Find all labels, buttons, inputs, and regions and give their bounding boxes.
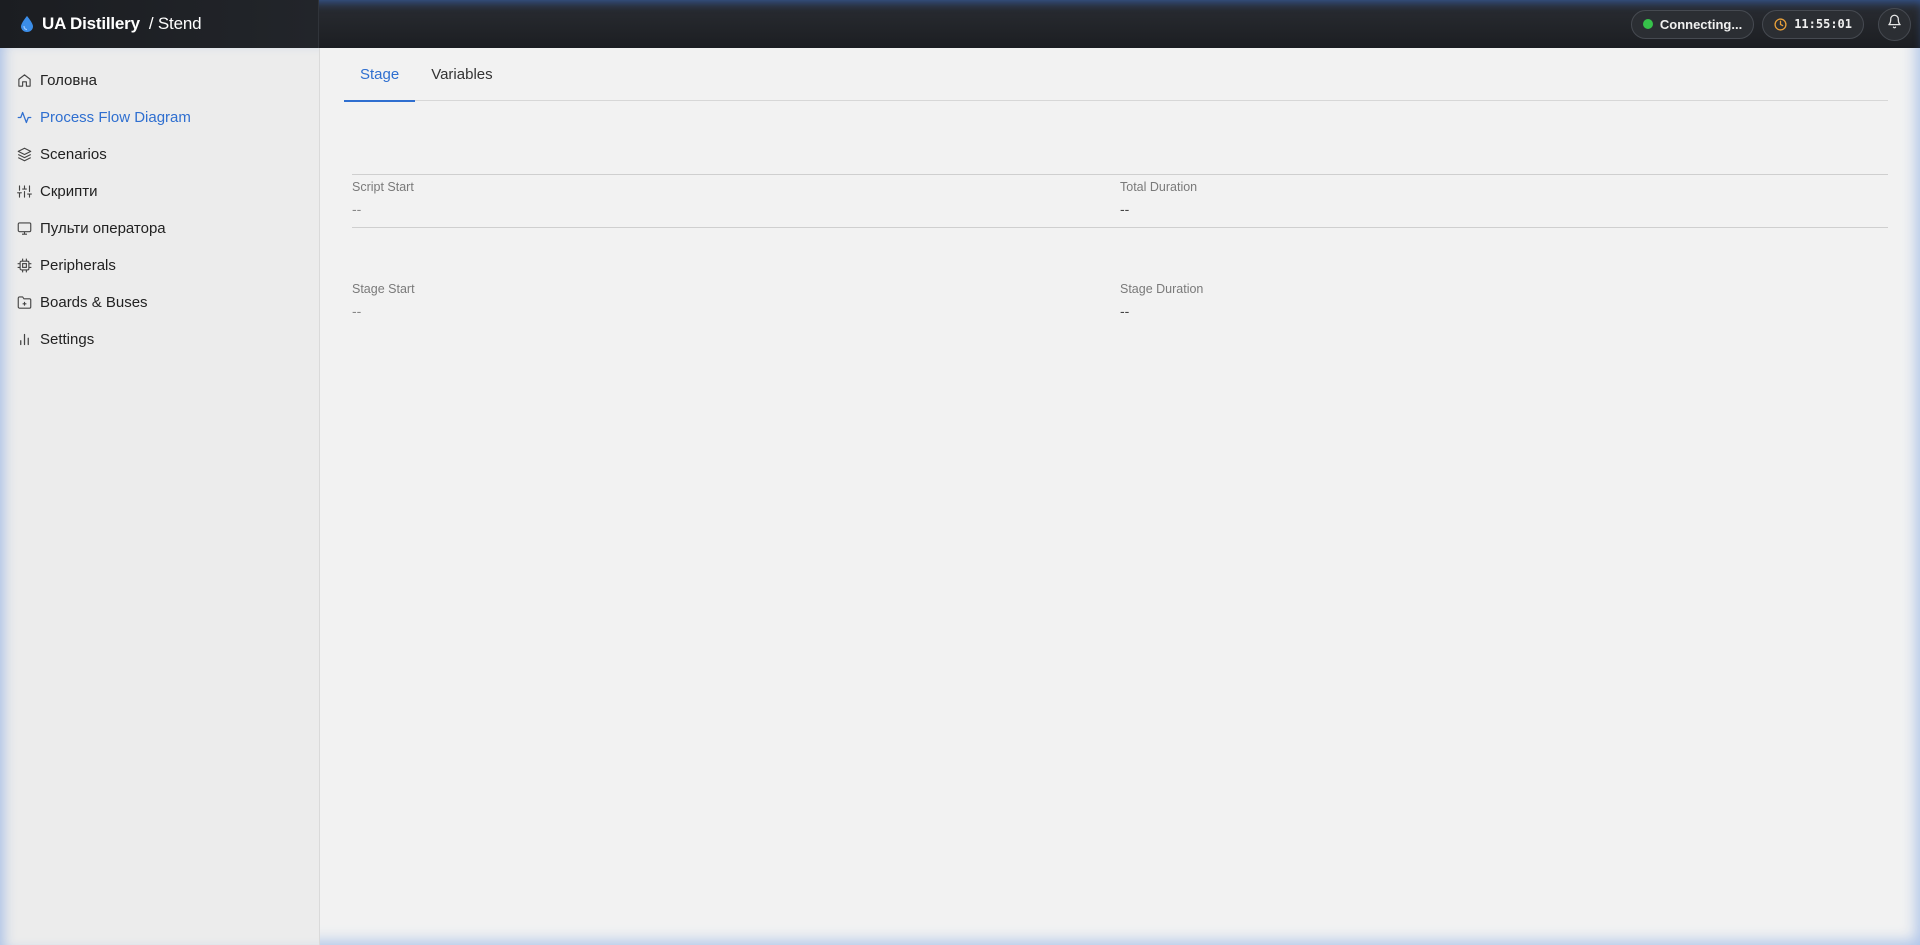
clock-time: 11:55:01 (1794, 17, 1852, 31)
total-duration-value: -- (1120, 201, 1130, 217)
app-window: UA Distillery / Stend Connecting... 11:5… (0, 0, 1920, 945)
sidebar-item-label: Пульти оператора (40, 220, 166, 237)
sidebar-item-label: Скрипти (40, 183, 98, 200)
top-right-controls: Connecting... 11:55:01 (1630, 0, 1920, 48)
status-dot-icon (1642, 19, 1653, 29)
bell-icon (1887, 14, 1902, 34)
stage-start-field: Stage Start -- (352, 282, 1120, 319)
home-icon (16, 73, 32, 89)
tab-stage[interactable]: Stage (344, 48, 416, 102)
tab-bar: Stage Variables (344, 48, 1888, 102)
connection-status-badge[interactable]: Connecting... (1630, 9, 1755, 39)
total-duration-label: Total Duration (1120, 180, 1198, 194)
sidebar-item-scenarios[interactable]: Scenarios (0, 136, 319, 173)
connection-status-text: Connecting... (1659, 16, 1743, 32)
sidebar-item-label: Boards & Buses (40, 294, 148, 311)
tab-label: Stage (360, 66, 400, 83)
drop-logo-icon (21, 16, 35, 32)
breadcrumb-section: / Stend (148, 14, 202, 33)
tab-label: Variables (431, 66, 493, 83)
tab-variables[interactable]: Variables (415, 48, 508, 101)
sidebar-item-label: Settings (40, 331, 95, 348)
sidebar-item-label: Головна (40, 72, 97, 89)
sidebar-item-label: Process Flow Diagram (40, 109, 191, 126)
script-start-label: Script Start (352, 180, 414, 194)
sidebar-item-scripts[interactable]: Скрипти (0, 173, 319, 210)
bar-chart-icon (16, 332, 32, 348)
stage-duration-value: -- (1120, 303, 1130, 319)
folder-plus-icon (16, 295, 32, 311)
sidebar: Головна Process Flow Diagram Scenarios С… (0, 48, 320, 945)
brand-name: UA Distillery (42, 14, 140, 33)
sidebar-item-label: Scenarios (40, 146, 107, 163)
script-start-field: Script Start -- (352, 180, 1120, 217)
cpu-icon (16, 258, 32, 274)
notifications-button[interactable] (1878, 7, 1911, 41)
total-duration-field: Total Duration -- (1120, 180, 1888, 217)
stage-start-label: Stage Start (352, 282, 415, 296)
layers-icon (16, 147, 32, 163)
script-info-panel: Script Start -- Total Duration -- (352, 174, 1888, 228)
sidebar-item-settings[interactable]: Settings (0, 321, 319, 358)
activity-icon (16, 110, 32, 126)
sidebar-item-label: Peripherals (40, 257, 116, 274)
monitor-icon (16, 221, 32, 237)
sliders-icon (16, 184, 32, 200)
brand[interactable]: UA Distillery / Stend (0, 0, 319, 48)
top-bar: UA Distillery / Stend Connecting... 11:5… (0, 0, 1920, 48)
stage-start-value: -- (352, 303, 362, 319)
sidebar-item-peripherals[interactable]: Peripherals (0, 247, 319, 284)
stage-duration-label: Stage Duration (1120, 282, 1204, 296)
script-start-value: -- (352, 201, 362, 217)
sidebar-item-boards-buses[interactable]: Boards & Buses (0, 284, 319, 321)
main-content: Stage Variables Script Start -- Total Du… (344, 48, 1888, 945)
sidebar-item-operator-panels[interactable]: Пульти оператора (0, 210, 319, 247)
stage-duration-field: Stage Duration -- (1120, 282, 1888, 319)
clock-icon (1774, 17, 1787, 31)
sidebar-item-home[interactable]: Головна (0, 62, 319, 99)
clock-badge: 11:55:01 (1762, 9, 1864, 39)
stage-info-panel: Stage Start -- Stage Duration -- (352, 277, 1888, 319)
sidebar-item-process-flow-diagram[interactable]: Process Flow Diagram (0, 99, 319, 136)
